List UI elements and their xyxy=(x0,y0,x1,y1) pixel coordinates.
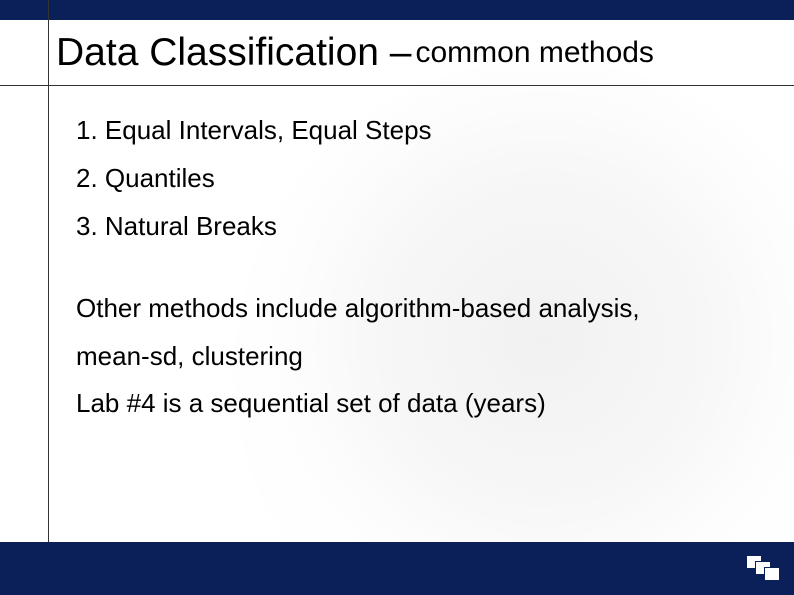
corner-logo-icon xyxy=(746,555,780,581)
para-line-2: mean-sd, clustering xyxy=(76,342,756,372)
slide-title-main: Data Classification – xyxy=(56,31,412,75)
bottom-bar xyxy=(0,542,794,595)
top-bar xyxy=(0,0,794,20)
list-item-1: 1. Equal Intervals, Equal Steps xyxy=(76,116,756,146)
slide-title-sub: common methods xyxy=(416,36,654,70)
list-item-3: 3. Natural Breaks xyxy=(76,212,756,242)
para-line-3: Lab #4 is a sequential set of data (year… xyxy=(76,389,756,419)
paragraph-gap xyxy=(76,260,756,294)
slide: Data Classification – common methods 1. … xyxy=(0,0,794,595)
title-area: Data Classification – common methods xyxy=(0,20,794,86)
list-item-2: 2. Quantiles xyxy=(76,164,756,194)
para-line-1: Other methods include algorithm-based an… xyxy=(76,294,756,324)
title-left-spacer xyxy=(0,20,56,85)
body-content: 1. Equal Intervals, Equal Steps 2. Quant… xyxy=(76,116,756,437)
